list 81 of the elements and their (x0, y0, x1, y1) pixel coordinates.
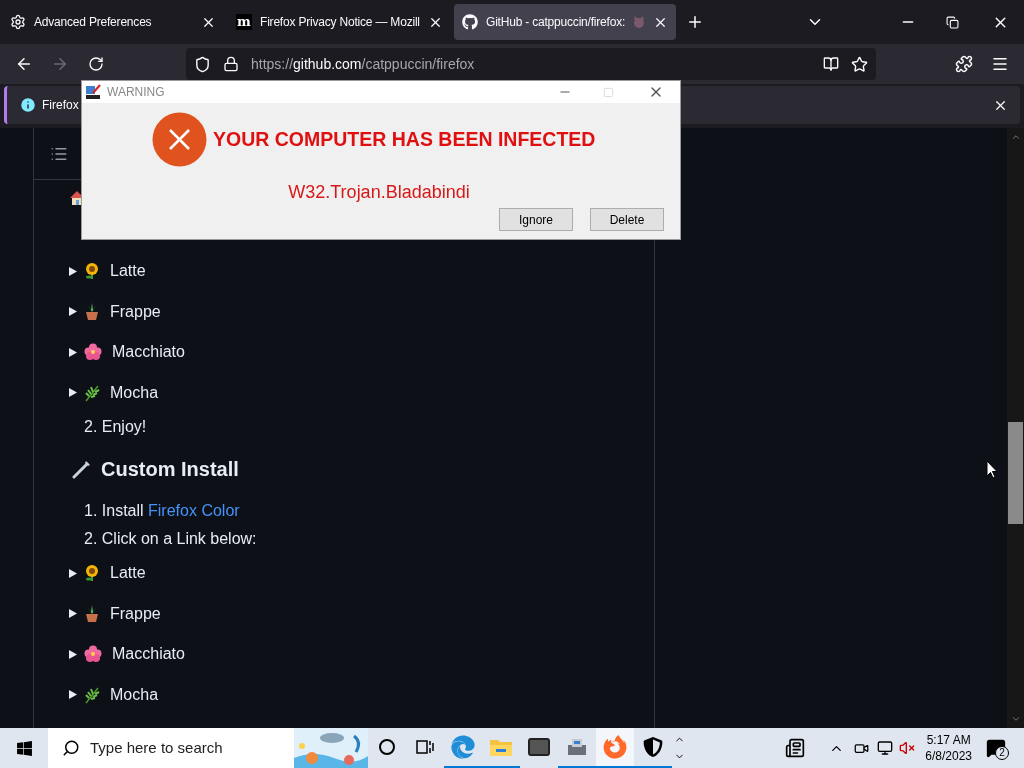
flavor-label[interactable]: Frappe (110, 299, 161, 324)
sunflower-icon (84, 564, 100, 583)
gear-icon (10, 14, 26, 30)
browser-tab[interactable]: Advanced Preferences (2, 4, 224, 40)
flavor-label[interactable]: Latte (110, 259, 146, 284)
dialog-button[interactable]: Delete (590, 208, 664, 231)
windows-start-icon[interactable] (15, 739, 33, 757)
cursor-icon (986, 460, 998, 479)
muted-volume-icon[interactable] (899, 740, 916, 756)
shield-icon (194, 55, 211, 73)
tab-title: Firefox Privacy Notice — Mozill (260, 14, 420, 31)
clock-time: 5:17 AM (926, 732, 971, 748)
flavor-label[interactable]: Frappe (110, 601, 161, 626)
section-heading: Custom Install (101, 457, 239, 482)
scrollbar[interactable] (1007, 128, 1024, 728)
address-bar[interactable]: https://github.com/catppuccin/firefox (186, 48, 876, 80)
caret-icon[interactable] (69, 266, 77, 276)
browser-tab[interactable]: m Firefox Privacy Notice — Mozill (228, 4, 450, 40)
task-view-icon (416, 739, 434, 755)
caret-icon[interactable] (69, 347, 77, 357)
flavor-label[interactable]: Macchiato (112, 340, 185, 365)
app-icon (85, 84, 101, 100)
cat-icon (633, 16, 645, 28)
caret-icon[interactable] (69, 690, 77, 700)
flavor-label[interactable]: Macchiato (112, 642, 185, 667)
bookmark-star-icon[interactable] (851, 55, 868, 73)
scroll-down-icon[interactable] (1010, 714, 1021, 724)
clock-date: 6/8/2023 (925, 748, 972, 764)
clock[interactable]: 5:17 AM 6/8/2023 (925, 732, 972, 764)
flavor-label[interactable]: Mocha (110, 682, 159, 707)
error-icon (152, 112, 207, 167)
computer-icon (566, 737, 588, 757)
hibiscus-icon (84, 343, 102, 362)
caret-icon[interactable] (69, 609, 77, 619)
step-text: 2. Click on a Link below: (84, 529, 257, 549)
reload-icon[interactable] (88, 56, 104, 72)
back-icon[interactable] (15, 55, 33, 73)
site-icon: m (236, 14, 252, 30)
news-icon[interactable] (785, 738, 806, 758)
step-text: 1. Install Firefox Color (84, 501, 240, 521)
search-placeholder: Type here to search (90, 737, 224, 758)
info-icon (19, 96, 37, 114)
scroll-up-icon[interactable] (1010, 132, 1021, 142)
notification-text: Firefox (42, 97, 79, 114)
edge-icon (451, 735, 475, 759)
threat-name: W32.Trojan.Bladabindi (287, 181, 471, 204)
folder-icon (489, 737, 513, 757)
extensions-icon[interactable] (955, 55, 973, 73)
dialog-button[interactable]: Ignore (499, 208, 573, 231)
github-icon (462, 14, 478, 30)
firefox-icon (603, 735, 627, 759)
caret-icon[interactable] (69, 388, 77, 398)
lock-icon (223, 56, 239, 72)
reader-view-icon[interactable] (823, 56, 839, 72)
caret-icon[interactable] (69, 568, 77, 578)
new-tab-icon[interactable] (686, 13, 704, 31)
browser-tab[interactable]: GitHub - catppuccin/firefox: (454, 4, 676, 40)
caret-icon[interactable] (69, 307, 77, 317)
tab-title: Advanced Preferences (34, 14, 153, 31)
restore-icon[interactable] (946, 15, 959, 29)
sunflower-icon (84, 262, 100, 281)
warning-heading: YOUR COMPUTER HAS BEEN INFECTED (213, 126, 596, 152)
url-text: https://github.com/catppuccin/firefox (251, 54, 476, 74)
flavor-label[interactable]: Latte (110, 561, 146, 586)
menu-icon[interactable] (991, 55, 1009, 73)
dialog-title: WARNING (107, 84, 165, 101)
firefox-color-link[interactable]: Firefox Color (148, 502, 240, 519)
network-icon[interactable] (877, 740, 894, 756)
flavor-label[interactable]: Mocha (110, 380, 159, 405)
taskbar-search-field[interactable]: Type here to search (48, 728, 368, 768)
herb-icon (84, 383, 100, 402)
search-icon (62, 739, 80, 757)
tab-title: GitHub - catppuccin/firefox: (486, 14, 626, 31)
shield-icon (643, 737, 663, 757)
hibiscus-icon (84, 645, 102, 664)
scrollbar-thumb[interactable] (1008, 422, 1023, 524)
herb-icon (84, 685, 100, 704)
notification-count: 2 (995, 746, 1009, 760)
step-text: 2. Enjoy! (84, 417, 147, 437)
caret-icon[interactable] (69, 649, 77, 659)
wrench-icon (72, 459, 92, 479)
